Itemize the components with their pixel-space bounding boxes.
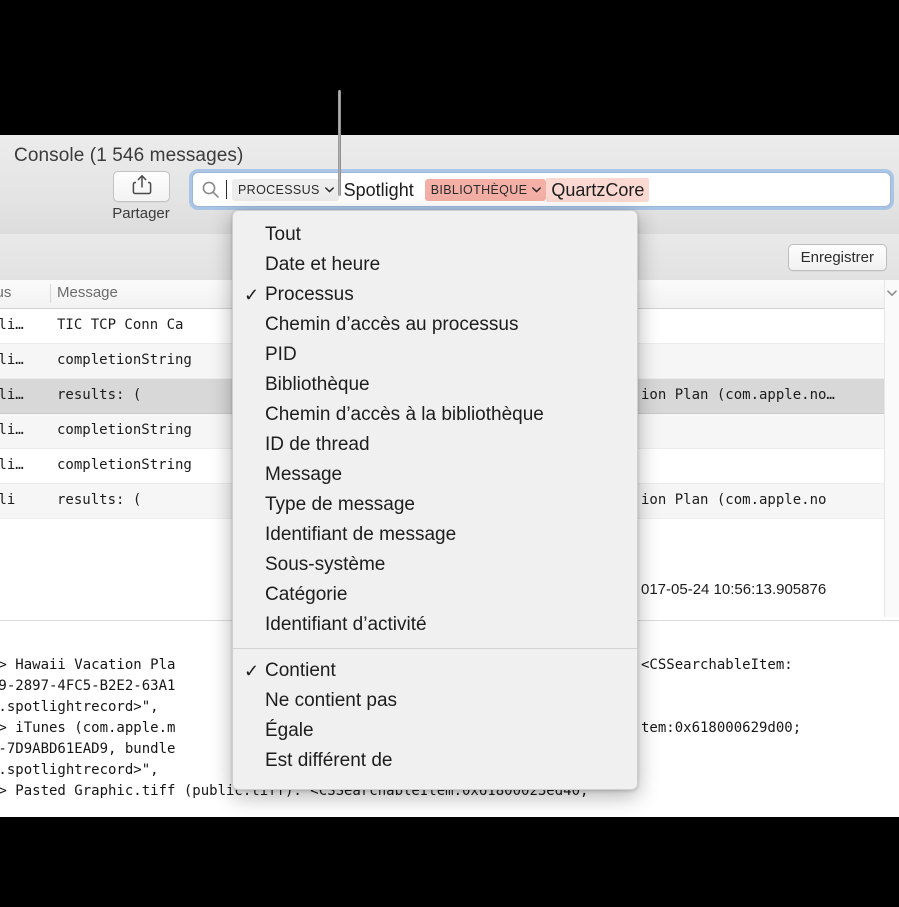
- menu-item-label: Type de message: [265, 494, 415, 515]
- detail-line: s.spotlightrecord>",: [0, 699, 159, 715]
- cell-process: tli…: [0, 457, 24, 473]
- menu-item-label: Contient: [265, 660, 336, 681]
- detail-line-right: tem:0x618000629d00;: [641, 720, 802, 736]
- menu-separator: [233, 648, 637, 649]
- search-token-field-bibliotheque[interactable]: BIBLIOTHÈQUE: [424, 178, 547, 201]
- cell-message: completionString: [57, 422, 192, 438]
- menu-item-chemin-acces-bibliotheque[interactable]: Chemin d’accès à la bibliothèque: [233, 400, 637, 430]
- save-button[interactable]: Enregistrer: [787, 244, 887, 271]
- callout-pointer-line: [338, 90, 341, 196]
- menu-item-label: Ne contient pas: [265, 690, 398, 711]
- detail-line-right: <CSSearchableItem:: [641, 657, 793, 673]
- menu-item-label: Processus: [265, 284, 354, 305]
- chevron-down-icon[interactable]: [887, 284, 897, 302]
- menu-item-identifiant-activite[interactable]: Identifiant d’activité: [233, 610, 637, 640]
- menu-item-label: Est différent de: [265, 750, 393, 771]
- menu-item-est-different-de[interactable]: Est différent de: [233, 746, 637, 776]
- cell-message: results: (: [57, 492, 142, 508]
- search-token-field-processus[interactable]: PROCESSUS: [232, 178, 339, 201]
- column-header-message[interactable]: Message: [57, 284, 118, 301]
- menu-item-label: Identifiant de message: [265, 524, 457, 545]
- menu-item-label: Tout: [265, 224, 301, 245]
- menu-item-categorie[interactable]: Catégorie: [233, 580, 637, 610]
- search-token-field-label: BIBLIOTHÈQUE: [430, 182, 528, 197]
- checkmark-icon: ✓: [244, 661, 260, 681]
- search-token-value-spotlight[interactable]: Spotlight: [339, 178, 419, 202]
- page-title: Console (1 546 messages): [14, 145, 244, 166]
- cell-process: tli: [0, 492, 16, 508]
- menu-item-ne-contient-pas[interactable]: Ne contient pas: [233, 686, 637, 716]
- menu-item-pid[interactable]: PID: [233, 340, 637, 370]
- text-caret: [226, 180, 227, 199]
- detail-line: t> iTunes (com.apple.m: [0, 720, 176, 736]
- menu-item-egale[interactable]: Égale: [233, 716, 637, 746]
- detail-line: 49-2897-4FC5-B2E2-63A1: [0, 678, 176, 694]
- search-icon: [201, 180, 220, 199]
- search-token-field-label: PROCESSUS: [238, 182, 320, 197]
- menu-item-bibliotheque[interactable]: Bibliothèque: [233, 370, 637, 400]
- cell-trailing: ion Plan (com.apple.no: [641, 492, 827, 508]
- menu-item-id-de-thread[interactable]: ID de thread: [233, 430, 637, 460]
- cell-message: TIC TCP Conn Ca: [57, 317, 184, 333]
- share-icon: [132, 173, 152, 200]
- chevron-down-icon: [324, 186, 334, 193]
- detail-line: t> Hawaii Vacation Pla: [0, 657, 176, 673]
- share-button-label: Partager: [112, 205, 170, 222]
- top-black-band: [0, 0, 899, 135]
- search-field[interactable]: PROCESSUS Spotlight BIBLIOTHÈQUE QuartzC…: [192, 172, 891, 207]
- cell-message: completionString: [57, 457, 192, 473]
- cell-process: tli…: [0, 387, 24, 403]
- menu-item-sous-systeme[interactable]: Sous-système: [233, 550, 637, 580]
- detail-line: s.spotlightrecord>",: [0, 762, 159, 778]
- chevron-down-icon: [532, 186, 542, 193]
- search-field-dropdown-menu[interactable]: Tout Date et heure ✓ Processus Chemin d’…: [232, 210, 638, 790]
- cell-process: tli…: [0, 317, 24, 333]
- detail-timestamp: 017-05-24 10:56:13.905876: [641, 581, 827, 598]
- menu-item-type-de-message[interactable]: Type de message: [233, 490, 637, 520]
- menu-item-label: Égale: [265, 720, 314, 741]
- column-divider[interactable]: [50, 284, 51, 303]
- menu-item-chemin-acces-processus[interactable]: Chemin d’accès au processus: [233, 310, 637, 340]
- detail-line: 6-7D9ABD61EAD9, bundle: [0, 741, 176, 757]
- column-header-process[interactable]: sus: [0, 284, 11, 301]
- search-token-value-quartzcore[interactable]: QuartzCore: [546, 177, 650, 202]
- vertical-scrollbar[interactable]: [884, 280, 899, 617]
- menu-item-label: Identifiant d’activité: [265, 614, 427, 635]
- menu-item-tout[interactable]: Tout: [233, 220, 637, 250]
- cell-message: completionString: [57, 352, 192, 368]
- cell-process: tli…: [0, 422, 24, 438]
- menu-item-identifiant-de-message[interactable]: Identifiant de message: [233, 520, 637, 550]
- menu-item-label: Bibliothèque: [265, 374, 370, 395]
- menu-item-processus[interactable]: ✓ Processus: [233, 280, 637, 310]
- menu-item-label: Date et heure: [265, 254, 381, 275]
- menu-item-label: PID: [265, 344, 297, 365]
- menu-item-label: Sous-système: [265, 554, 386, 575]
- cell-process: tli…: [0, 352, 24, 368]
- menu-item-label: Catégorie: [265, 584, 348, 605]
- menu-item-message[interactable]: Message: [233, 460, 637, 490]
- screenshot-root: Console (1 546 messages) Partager PROCES…: [0, 0, 899, 817]
- menu-item-label: Chemin d’accès à la bibliothèque: [265, 404, 544, 425]
- menu-item-label: ID de thread: [265, 434, 370, 455]
- cell-trailing: ion Plan (com.apple.no…: [641, 387, 835, 403]
- share-button[interactable]: [113, 171, 170, 202]
- menu-top-padding: [233, 211, 637, 220]
- checkmark-icon: ✓: [244, 285, 260, 305]
- menu-item-date-et-heure[interactable]: Date et heure: [233, 250, 637, 280]
- menu-item-label: Chemin d’accès au processus: [265, 314, 519, 335]
- menu-item-label: Message: [265, 464, 343, 485]
- cell-message: results: (: [57, 387, 142, 403]
- menu-item-contient[interactable]: ✓ Contient: [233, 656, 637, 686]
